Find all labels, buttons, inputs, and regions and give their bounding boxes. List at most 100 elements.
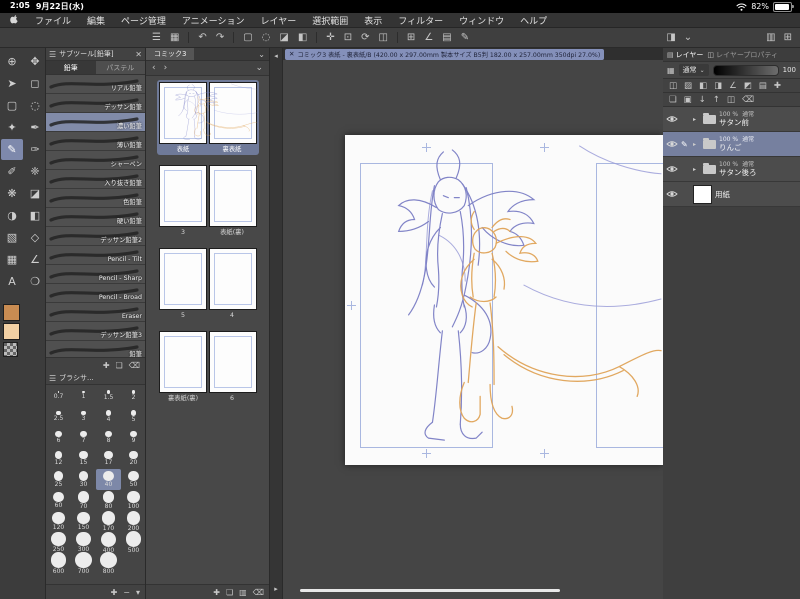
subtool-item[interactable]: リアル鉛筆 [46,75,145,94]
brush-size-cell[interactable]: 0.7 [46,385,71,406]
layer-move-tool[interactable]: ◻ [24,73,46,94]
size-menu-icon[interactable]: ▾ [136,588,140,597]
brush-size-cell[interactable]: 800 [96,551,121,575]
brush-size-cell[interactable]: 1 [71,385,96,406]
brush-size-cell[interactable]: 70 [71,490,96,511]
opacity-slider[interactable] [712,64,779,76]
panel-menu-icon[interactable]: ☰ [49,374,56,383]
new-layer-icon[interactable]: ❏ [669,95,677,105]
tab-layer-property[interactable]: ◫ レイヤープロパティ [707,50,778,60]
add-size-icon[interactable]: ✚ [111,588,118,597]
select-lasso-icon[interactable]: ◌ [262,32,271,43]
separator[interactable] [233,32,235,43]
grid-icon[interactable]: ⊞ [407,32,415,43]
eraser-tool[interactable]: ◪ [24,183,46,204]
brush-size-cell[interactable]: 120 [46,511,71,532]
palette-collapse-icon[interactable]: ⌄ [684,32,692,43]
blend-tool[interactable]: ◑ [1,205,23,226]
page-manager-tab[interactable]: コミック3 [146,48,195,60]
auto-select-tool[interactable]: ✦ [1,117,23,138]
subtool-item[interactable]: Pencil - Tilt [46,246,145,265]
zoom-tool[interactable]: ⊕ [1,51,23,72]
layer-visibility-icon[interactable] [666,165,678,173]
fill-icon[interactable]: ◧ [298,32,307,43]
subtool-item[interactable]: 薄い鉛筆 [46,132,145,151]
brush-size-cell[interactable]: 500 [121,531,146,553]
menu-window[interactable]: ウィンドウ [451,14,512,27]
page-spread-thumbnail[interactable]: 表紙 裏表紙 [156,80,259,155]
menu-layer[interactable]: レイヤー [253,14,305,27]
サタン後ろ[interactable]: ✎ ▸ 100 %通常 サタン後ろ [663,157,800,182]
mask-icon[interactable]: ◨ [714,81,722,91]
expand-chevron-icon[interactable]: ▸ [693,166,700,173]
brush-size-cell[interactable]: 17 [96,448,121,469]
brush-size-cell[interactable]: 200 [121,511,146,532]
frame-border-tool[interactable]: ▦ [1,249,23,270]
layer-visibility-icon[interactable] [666,140,678,148]
brush-size-cell[interactable]: 170 [96,511,121,532]
menu-page-manage[interactable]: ページ管理 [113,14,174,27]
brush-size-cell[interactable]: 3 [71,406,96,427]
brush-size-cell[interactable]: 60 [46,490,71,511]
marquee-select-tool[interactable]: ▢ [1,95,23,116]
subtool-item[interactable]: 鉛筆 [46,341,145,357]
brush-size-cell[interactable]: 8 [96,427,121,448]
duplicate-page-icon[interactable]: ❏ [226,588,233,597]
page-thumb-right[interactable] [208,82,257,144]
menu-filter[interactable]: フィルター [390,14,451,27]
lock-layer-icon[interactable]: ◧ [699,81,707,91]
brush-size-cell[interactable]: 250 [46,532,71,553]
delete-page-icon[interactable]: ⌫ [253,588,264,597]
page-thumb-right[interactable] [208,248,257,310]
material-icon[interactable]: ▤ [442,32,451,43]
undo-icon[interactable]: ↶ [198,32,206,43]
deselect-icon[interactable]: ▢ [243,32,252,43]
next-page-icon[interactable]: › [164,63,168,73]
expand-chevron-icon[interactable]: ▸ [693,141,700,148]
collapse-right-icon[interactable]: ▸ [271,584,281,594]
delete-subtool-icon[interactable]: ⌫ [129,361,140,370]
subtool-tab[interactable]: パステル [95,61,145,74]
brush-size-cell[interactable]: 25 [46,469,71,490]
transparent-color-swatch[interactable] [3,342,18,357]
text-tool[interactable]: A [1,271,23,292]
clip-at-layer-icon[interactable]: ◨ [666,32,675,43]
add-page-icon[interactable]: ✚ [213,588,220,597]
pen-tool[interactable]: ✑ [24,139,46,160]
brush-size-cell[interactable]: 150 [71,511,96,532]
balloon-tool[interactable]: ❍ [24,271,46,292]
move-icon[interactable]: ✛ [326,32,334,43]
subtool-item[interactable]: シャーペン [46,151,145,170]
add-subtool-icon[interactable]: ✚ [103,361,110,370]
brush-size-cell[interactable]: 20 [121,448,146,469]
ruler-layer-icon[interactable]: ∠ [729,81,737,91]
eyedropper-tool[interactable]: ✒ [24,117,46,138]
snap-ruler-icon[interactable]: ∠ [424,32,433,43]
layer-settings-icon[interactable]: ✚ [774,81,781,91]
sub-color-swatch[interactable] [3,323,20,340]
サタン前[interactable]: ✎ ▸ 100 %通常 サタン前 [663,107,800,132]
clip-below-icon[interactable]: ◩ [744,81,752,91]
fill-tool[interactable]: ◧ [24,205,46,226]
brush-size-cell[interactable]: 400 [96,531,121,553]
brush-size-cell[interactable]: 9 [121,427,146,448]
layer-visibility-icon[interactable] [666,190,678,198]
brush-size-cell[interactable]: 50 [121,469,146,490]
hide-palettes-icon[interactable]: ▥ [766,32,775,43]
panel-close-icon[interactable]: ✕ [135,50,142,59]
page-thumb-left[interactable] [158,331,207,393]
airbrush-tool[interactable]: ❈ [24,161,46,182]
subtool-item[interactable]: デッサン鉛筆 [46,94,145,113]
move-up-icon[interactable]: ↑ [713,95,720,105]
ruler-tool[interactable]: ∠ [24,249,46,270]
spread-view-icon[interactable]: ▥ [239,588,247,597]
menu-selection[interactable]: 選択範囲 [304,14,356,27]
brush-size-cell[interactable]: 30 [71,469,96,490]
transform-icon[interactable]: ⊡ [344,32,352,43]
用紙[interactable]: ✎ ▸ 用紙 [663,182,800,207]
layer-visibility-icon[interactable] [666,115,678,123]
brush-size-cell[interactable]: 600 [46,552,71,574]
reference-layer-icon[interactable]: ▤ [759,81,767,91]
separator[interactable] [396,32,398,43]
close-document-icon[interactable]: ✕ [289,50,294,58]
